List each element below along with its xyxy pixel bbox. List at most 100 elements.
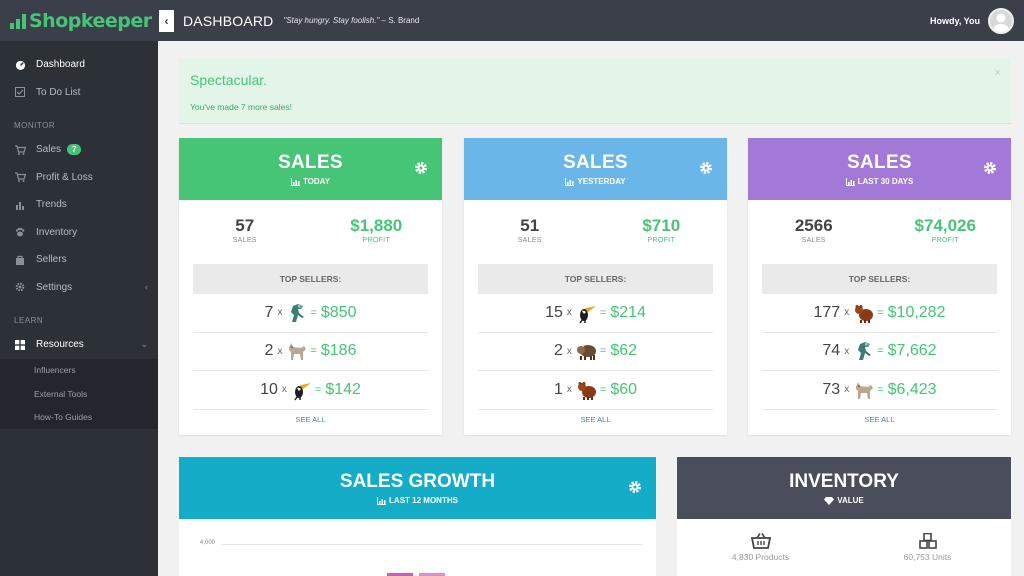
basket-icon (750, 533, 771, 549)
gear-icon[interactable] (628, 480, 642, 494)
page-title: DASHBOARD (183, 12, 274, 29)
sidebar-item-label: Dashboard (36, 59, 85, 71)
seller-amount: $7,662 (887, 342, 937, 360)
sales-stat: 57 SALES (179, 216, 311, 262)
raptor-icon (286, 302, 308, 324)
top-sellers-header: TOP SELLERS: (193, 264, 428, 294)
sales-label: SALES (232, 237, 257, 244)
sidebar-item-sales[interactable]: Sales 7 (0, 136, 158, 164)
equals-sign: = (599, 383, 607, 396)
grid-icon (14, 339, 26, 351)
gear-icon (14, 281, 26, 293)
sales-count-badge: 7 (67, 144, 82, 156)
bar-chart-icon (845, 177, 855, 186)
top-seller-row[interactable]: 73 x = $6,423 (762, 371, 997, 410)
bison-icon (576, 340, 598, 362)
axis-tick-label: 4,000 (200, 540, 216, 546)
sidebar-item-trends[interactable]: Trends (0, 191, 158, 219)
sidebar-subitem-external-tools[interactable]: External Tools (0, 382, 158, 406)
sales-label: SALES (801, 237, 826, 244)
bear-icon (853, 302, 875, 324)
seller-qty: 7 (264, 303, 274, 321)
sales-count: 2566 (794, 216, 833, 235)
equals-sign: = (599, 345, 607, 358)
alert-title: Spectacular. (190, 72, 268, 88)
diamond-icon (824, 496, 835, 505)
card-title: SALES (278, 152, 343, 173)
checkbox-icon (14, 86, 26, 98)
card-stats: 51 SALES $710 PROFIT (464, 200, 727, 262)
card-subtitle: TODAY (179, 177, 442, 186)
card-subtitle: LAST 12 MONTHS (179, 496, 656, 505)
sales-count: 51 (520, 216, 540, 235)
times-sign: x (277, 307, 283, 319)
top-seller-row[interactable]: 10 x = $142 (193, 371, 428, 410)
bar-chart-icon (377, 496, 387, 505)
avatar[interactable] (988, 7, 1014, 34)
sidebar-item-label: Trends (36, 199, 67, 211)
cart-icon (14, 144, 26, 156)
card-header: SALES LAST 30 DAYS (748, 138, 1011, 200)
dashboard-icon (14, 59, 26, 71)
top-seller-row[interactable]: 1 x = $60 (478, 371, 713, 410)
sidebar-subitem-influencers[interactable]: Influencers (0, 359, 158, 383)
sales-card-today: SALES TODAY 57 SALES $1,880 PROFIT TOP S… (179, 138, 442, 435)
success-alert: Spectacular. You've made 7 more sales! × (179, 58, 1011, 124)
sidebar-item-profit-loss[interactable]: Profit & Loss (0, 164, 158, 192)
alert-text: You've made 7 more sales! (190, 102, 292, 112)
card-header: SALES GROWTH LAST 12 MONTHS (179, 457, 656, 519)
card-stats: 57 SALES $1,880 PROFIT (179, 200, 442, 262)
gear-icon[interactable] (414, 161, 428, 175)
equals-sign: = (877, 306, 884, 319)
top-seller-row[interactable]: 177 x = $10,282 (762, 294, 997, 333)
seller-qty: 177 (813, 303, 841, 321)
top-seller-row[interactable]: 2 x = $62 (478, 333, 713, 371)
toucan-icon (576, 302, 598, 324)
see-all-link[interactable]: SEE ALL (748, 415, 1011, 424)
sidebar-item-resources[interactable]: Resources ⌄ (0, 331, 158, 359)
times-sign: x (844, 345, 850, 357)
sidebar-item-settings[interactable]: Settings ‹ (0, 274, 158, 302)
card-stats: 2566 SALES $74,026 PROFIT (748, 200, 1011, 262)
seller-amount: $142 (325, 380, 361, 398)
gear-icon[interactable] (699, 161, 713, 175)
profit-stat: $1,880 PROFIT (311, 216, 443, 262)
top-seller-row[interactable]: 7 x = $850 (193, 294, 428, 333)
card-title: SALES (847, 152, 912, 173)
top-seller-row[interactable]: 2 x = $186 (193, 333, 428, 371)
sidebar-item-sellers[interactable]: Sellers (0, 246, 158, 274)
top-seller-row[interactable]: 74 x = $7,662 (762, 333, 997, 371)
sidebar-item-todo[interactable]: To Do List (0, 79, 158, 107)
card-title: SALES (563, 152, 628, 173)
seller-qty: 15 (545, 303, 563, 321)
sidebar-item-inventory[interactable]: Inventory (0, 219, 158, 247)
sidebar-item-label: Settings (36, 281, 73, 293)
close-icon[interactable]: × (995, 67, 1001, 79)
profit-label: PROFIT (931, 237, 959, 244)
equals-sign: = (310, 306, 317, 319)
card-subtitle-text: VALUE (837, 496, 864, 505)
app-logo[interactable]: Shopkeeper (0, 0, 158, 41)
sales-label: SALES (517, 237, 542, 244)
sidebar-item-dashboard[interactable]: Dashboard (0, 51, 158, 79)
gear-icon[interactable] (983, 161, 997, 175)
profit-value: $710 (642, 216, 681, 235)
sidebar-subitem-howto[interactable]: How-To Guides (0, 406, 158, 430)
sidebar-collapse-button[interactable]: ‹ (159, 9, 174, 32)
card-header: INVENTORY VALUE (677, 457, 1011, 519)
user-greeting[interactable]: Howdy, You (930, 16, 980, 26)
times-sign: x (277, 345, 283, 357)
see-all-link[interactable]: SEE ALL (464, 415, 727, 424)
seller-amount: $186 (320, 342, 357, 360)
top-seller-row[interactable]: 15 x = $214 (478, 294, 713, 333)
paw-icon (14, 226, 26, 238)
toucan-icon (291, 379, 313, 401)
sidebar-item-label: Inventory (36, 226, 78, 238)
seller-amount: $60 (610, 380, 638, 398)
logo-text: Shopkeeper (29, 9, 152, 32)
raptor-icon (853, 340, 875, 362)
products-stat: 4,830 Products (677, 533, 844, 562)
sales-card-last-30-days: SALES LAST 30 DAYS 2566 SALES $74,026 PR… (748, 138, 1011, 435)
see-all-link[interactable]: SEE ALL (179, 415, 442, 424)
chevron-down-icon: ⌄ (140, 339, 148, 350)
